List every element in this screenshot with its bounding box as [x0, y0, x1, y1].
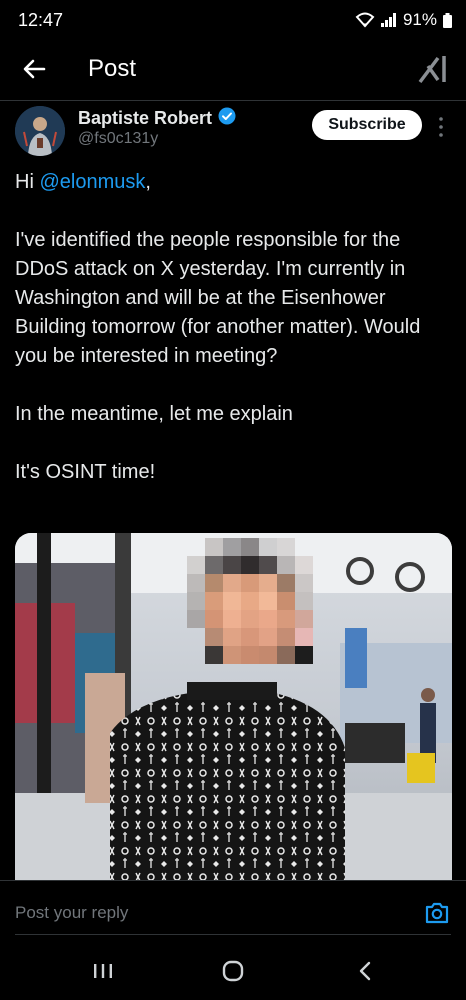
reply-divider [15, 934, 451, 935]
post-image[interactable] [15, 533, 452, 880]
camera-icon[interactable] [424, 901, 450, 925]
battery-icon [443, 12, 452, 28]
system-nav-bar [0, 940, 466, 1000]
status-bar: 12:47 91% [0, 0, 466, 42]
home-icon[interactable] [218, 956, 248, 986]
greeting-text: Hi [15, 171, 40, 193]
wifi-icon [355, 12, 375, 28]
signal-icon [380, 13, 397, 27]
top-bar: Post [0, 44, 466, 96]
grok-icon[interactable] [416, 52, 450, 86]
post-body: Hi @elonmusk, I've identified the people… [15, 168, 455, 516]
status-time: 12:47 [18, 10, 64, 30]
verified-badge-icon [218, 107, 236, 130]
author-handle[interactable]: @fs0c131y [78, 130, 158, 148]
recent-apps-icon[interactable] [88, 956, 118, 986]
header-divider [0, 100, 466, 101]
author-name-row[interactable]: Baptiste Robert [78, 107, 236, 130]
greeting-punct: , [145, 171, 151, 193]
reply-input[interactable]: Post your reply [15, 903, 128, 923]
post-paragraph: It's OSINT time! [15, 461, 156, 483]
reply-bar: Post your reply [0, 880, 466, 936]
arrow-left-icon[interactable] [20, 54, 50, 84]
status-icons: 91% [355, 10, 452, 30]
battery-percent: 91% [402, 10, 437, 29]
back-nav-icon[interactable] [350, 956, 380, 986]
post-paragraph: In the meantime, let me explain [15, 403, 293, 425]
more-options-icon[interactable] [433, 114, 449, 140]
mention-link[interactable]: @elonmusk [39, 171, 145, 193]
post-paragraph: I've identified the people responsible f… [15, 229, 421, 367]
avatar[interactable] [15, 106, 65, 156]
subscribe-button[interactable]: Subscribe [312, 110, 422, 140]
page-title: Post [88, 55, 137, 82]
post-paragraph-greeting: Hi @elonmusk, [15, 168, 455, 197]
author-name[interactable]: Baptiste Robert [78, 108, 212, 129]
